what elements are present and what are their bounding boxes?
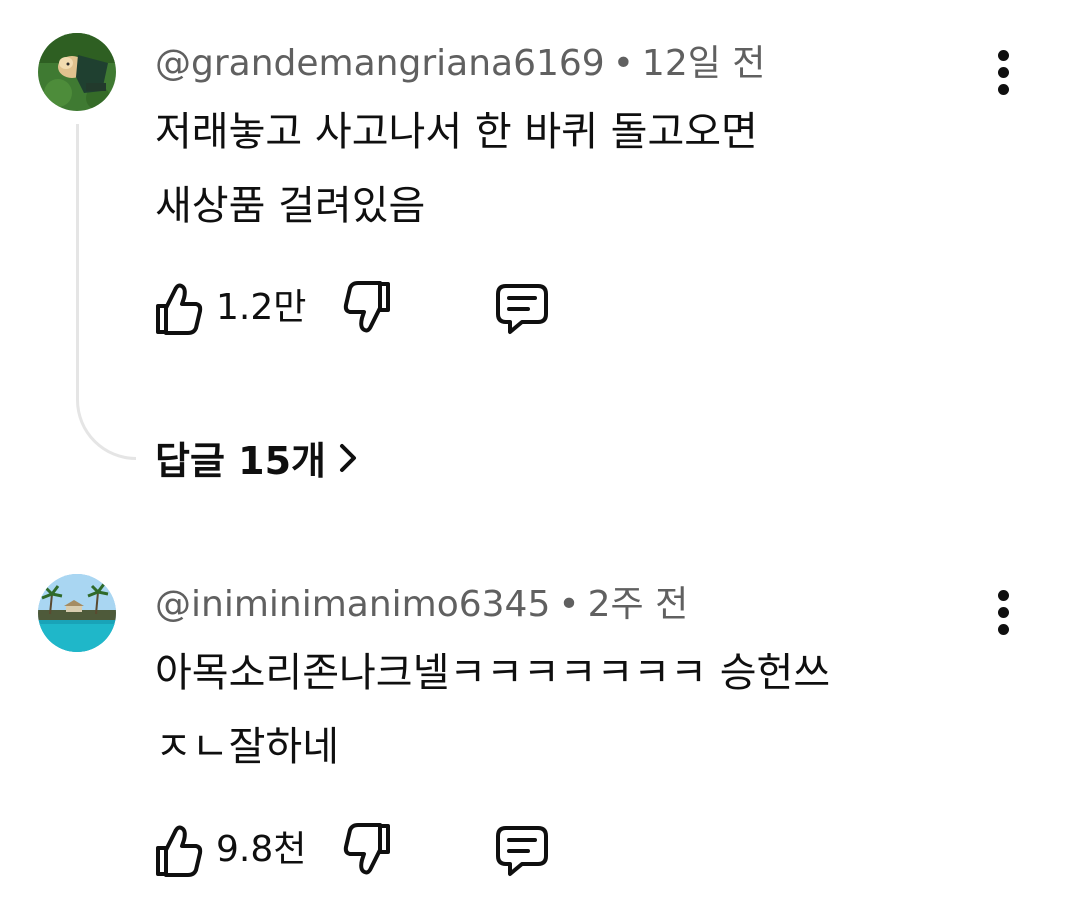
comment-icon (496, 284, 548, 334)
more-vertical-icon-dot (998, 607, 1009, 618)
thumb-up-icon (156, 825, 203, 877)
dislike-button[interactable] (340, 278, 396, 338)
chevron-right-icon (338, 436, 358, 486)
like-count: 1.2만 (216, 287, 307, 328)
thumb-down-icon (343, 823, 390, 875)
thumb-down-icon (343, 281, 390, 333)
like-count: 9.8천 (216, 829, 307, 870)
dislike-button[interactable] (340, 820, 396, 880)
comment-item: @grandemangriana6169 • 12일 전 저래놓고 사고나서 한 바… (0, 0, 1080, 500)
comment-text: 아목소리존나크넬ㅋㅋㅋㅋㅋㅋㅋ 승헌쓰 ㅈㄴ잘하네 (155, 636, 830, 784)
comment-text-line: 아목소리존나크넬ㅋㅋㅋㅋㅋㅋㅋ 승헌쓰 (155, 650, 831, 696)
more-options-button[interactable] (990, 588, 1018, 638)
more-options-button[interactable] (990, 48, 1018, 98)
more-vertical-icon (998, 50, 1009, 61)
replies-count-label: 답글 15개 (155, 439, 326, 483)
view-replies-button[interactable]: 답글 15개 (155, 436, 358, 486)
more-vertical-icon-dot (998, 624, 1009, 635)
more-vertical-icon (998, 590, 1009, 601)
meta-separator: • (612, 43, 634, 84)
like-button[interactable] (150, 278, 206, 338)
comment-author[interactable]: @iniminimanimo6345 (155, 584, 550, 625)
comment-text: 저래놓고 사고나서 한 바퀴 돌고오면 새상품 걸려있음 (155, 95, 758, 243)
avatar[interactable] (38, 33, 116, 111)
comment-meta: @iniminimanimo6345 • 2주 전 (155, 583, 688, 627)
more-vertical-icon-dot (998, 84, 1009, 95)
comment-text-line: 새상품 걸려있음 (155, 183, 426, 229)
comment-item: @iniminimanimo6345 • 2주 전 아목소리존나크넬ㅋㅋㅋㅋㅋㅋㅋ … (0, 540, 1080, 915)
comment-icon (496, 826, 548, 876)
reply-button[interactable] (492, 278, 552, 338)
comment-author[interactable]: @grandemangriana6169 (155, 43, 605, 84)
avatar[interactable] (38, 574, 116, 652)
comment-text-line: 저래놓고 사고나서 한 바퀴 돌고오면 (155, 109, 758, 155)
comment-meta: @grandemangriana6169 • 12일 전 (155, 42, 765, 86)
thumb-up-icon (156, 283, 203, 335)
comment-time: 12일 전 (641, 43, 766, 84)
reply-button[interactable] (492, 820, 552, 880)
thread-line (76, 124, 136, 460)
more-vertical-icon-dot (998, 67, 1009, 78)
meta-separator: • (558, 584, 580, 625)
comment-text-line: ㅈㄴ잘하네 (155, 724, 339, 770)
like-button[interactable] (150, 820, 206, 880)
comment-time: 2주 전 (587, 584, 689, 625)
